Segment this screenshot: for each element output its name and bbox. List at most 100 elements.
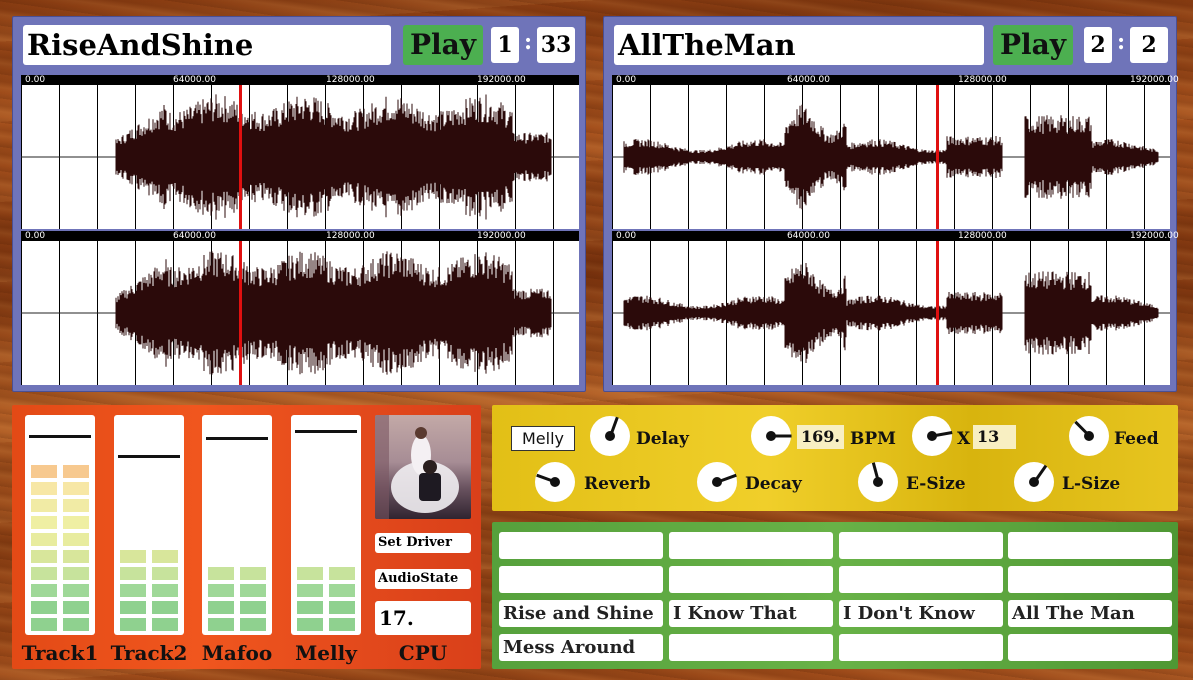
channel-label: Mafoo [201,641,273,665]
clip-slot-i-dont-know[interactable]: I Don't Know [839,600,1003,627]
deck-1: RiseAndShine Play 1 : 33 0.00 64000.00 1… [12,16,586,392]
deck-1-title: RiseAndShine [23,25,391,65]
meter-segment [31,601,57,614]
x-label: X [957,429,971,449]
clip-slot[interactable] [669,634,833,661]
channel-meter-melly[interactable] [291,415,361,635]
ruler-tick: 128000.00 [958,231,1007,241]
x-knob[interactable] [912,416,953,456]
meter-segment [240,567,266,580]
meter-segment [63,601,89,614]
deck-2-ruler-top: 0.00 64000.00 128000.00 192000.00 [612,75,1179,85]
clip-slot[interactable] [669,532,833,559]
clip-slot-all-the-man[interactable]: All The Man [1008,600,1172,627]
clip-grid-panel: Rise and Shine I Know That I Don't Know … [492,522,1178,669]
esize-knob[interactable] [858,462,898,502]
deck-2-waveform-left[interactable]: 0.00 64000.00 128000.00 192000.00 [612,75,1179,229]
clip-slot[interactable] [1008,566,1172,593]
deck-2-ruler-bottom: 0.00 64000.00 128000.00 192000.00 [612,231,1179,241]
deck-2-play-button[interactable]: Play [993,25,1073,65]
channel-meter-track1[interactable] [25,415,95,635]
audio-state-button[interactable]: AudioState [375,569,471,589]
meter-segment [297,584,323,597]
meter-segment [63,499,89,512]
deck-1-counter-a[interactable]: 1 [491,27,519,63]
volume-fader-line[interactable] [29,435,91,438]
x-value-field[interactable]: 13 [973,425,1016,449]
deck-1-playhead[interactable] [239,85,242,229]
bpm-knob[interactable] [751,416,792,456]
clip-slot-rise-and-shine[interactable]: Rise and Shine [499,600,663,627]
meter-segment [152,601,178,614]
deck-2-title: AllTheMan [614,25,984,65]
meter-segment [329,601,355,614]
deck-2-playhead[interactable] [936,85,939,229]
delay-label: Delay [636,429,689,449]
ruler-tick: 64000.00 [787,75,830,85]
deck-1-play-button[interactable]: Play [403,25,483,65]
clip-slot[interactable] [839,566,1003,593]
deck-1-counter-b[interactable]: 33 [537,27,575,63]
meter-segment [329,618,355,631]
channel-meter-mafoo[interactable] [202,415,272,635]
meter-segment [208,601,234,614]
feed-knob[interactable] [1069,416,1109,456]
clip-slot[interactable] [839,532,1003,559]
reverb-label: Reverb [584,474,651,494]
meter-segment [152,618,178,631]
meter-segment [63,465,89,478]
bpm-value-field[interactable]: 169. [797,425,844,449]
clip-slot-i-know-that[interactable]: I Know That [669,600,833,627]
meter-segment [240,618,266,631]
clip-slot[interactable] [1008,532,1172,559]
deck-2-playhead[interactable] [936,241,939,385]
meter-segment [329,567,355,580]
meter-segment [240,584,266,597]
deck-2-counter-a[interactable]: 2 [1084,27,1112,63]
ruler-tick: 0.00 [616,75,637,85]
meter-segment [63,533,89,546]
meter-segment [63,584,89,597]
meter-segment [240,601,266,614]
deck-2-counter-separator: : [1117,29,1126,55]
fx-panel: Melly Delay 169. BPM X 13 Feed Reverb De… [492,405,1178,511]
set-driver-button[interactable]: Set Driver [375,533,471,553]
deck-2-waveform-right[interactable]: 0.00 64000.00 128000.00 192000.00 [612,231,1179,385]
lsize-knob[interactable] [1014,462,1054,502]
deck-1-playhead[interactable] [239,241,242,385]
cpu-readout: 17. [375,601,471,635]
delay-knob[interactable] [590,416,630,456]
volume-fader-line[interactable] [206,437,268,440]
waveform-shape [21,251,579,375]
meter-segment [31,584,57,597]
meter-segment [31,465,57,478]
clip-slot[interactable] [669,566,833,593]
meter-segment [31,499,57,512]
ruler-tick: 128000.00 [958,75,1007,85]
clip-slot-mess-around[interactable]: Mess Around [499,634,663,661]
meter-segment [120,567,146,580]
decay-knob[interactable] [697,462,737,502]
clip-slot[interactable] [499,532,663,559]
volume-fader-line[interactable] [295,430,357,433]
album-art-graphic [375,415,459,519]
reverb-knob[interactable] [535,462,575,502]
meter-segment [31,516,57,529]
deck-2-counter-b[interactable]: 2 [1130,27,1168,63]
deck-1-waveform-left[interactable]: 0.00 64000.00 128000.00 192000.00 [21,75,579,229]
meter-segment [63,618,89,631]
meter-segment [120,584,146,597]
clip-slot[interactable] [1008,634,1172,661]
lsize-label: L-Size [1062,474,1121,494]
volume-fader-line[interactable] [118,455,180,458]
ruler-tick: 64000.00 [173,231,216,241]
ruler-tick: 64000.00 [787,231,830,241]
clip-slot[interactable] [499,566,663,593]
channel-meter-track2[interactable] [114,415,184,635]
meter-segment [329,584,355,597]
deck-1-waveform-right[interactable]: 0.00 64000.00 128000.00 192000.00 [21,231,579,385]
meter-segment [297,618,323,631]
meter-segment [31,550,57,563]
clip-slot[interactable] [839,634,1003,661]
fx-channel-selector[interactable]: Melly [511,426,575,451]
